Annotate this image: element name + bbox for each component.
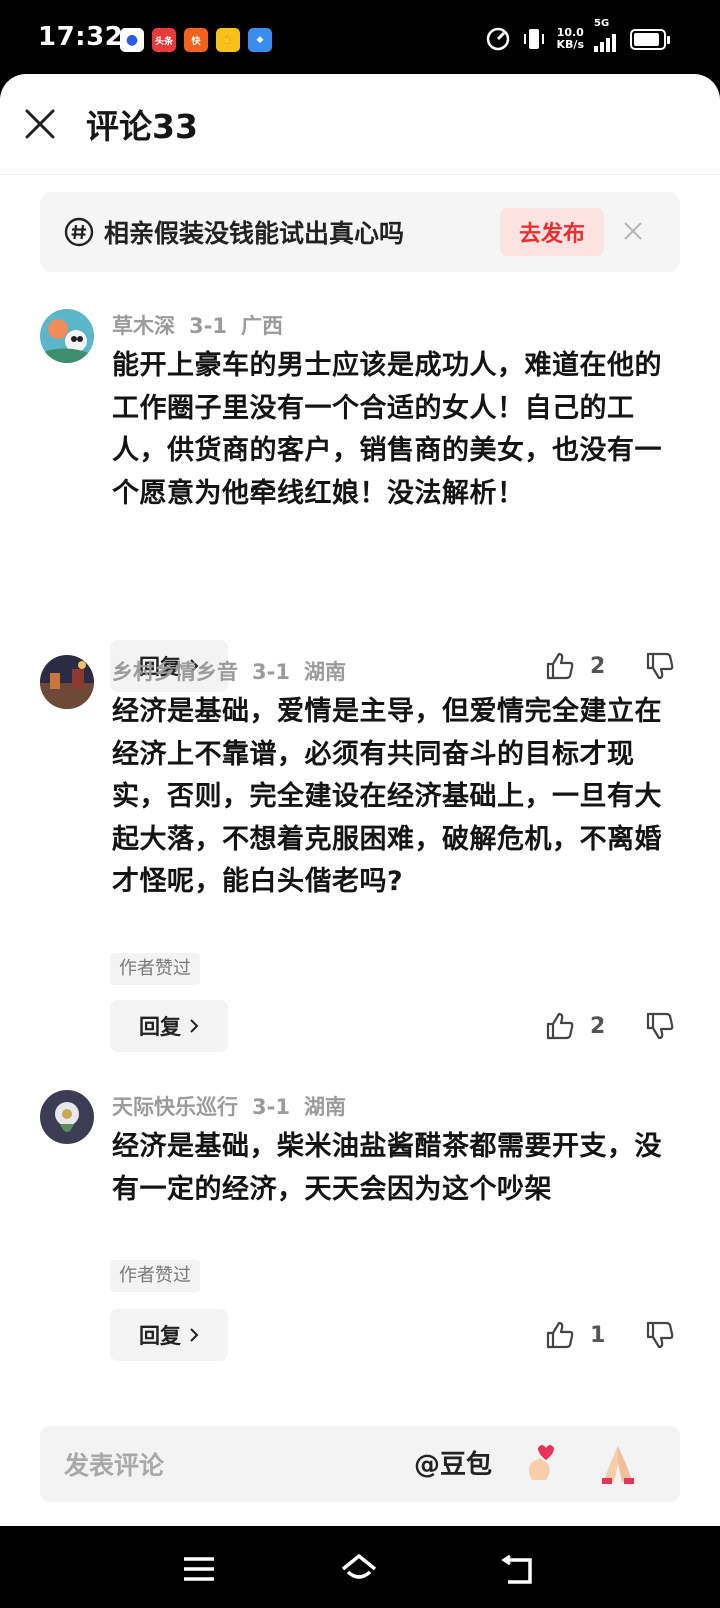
comment-text: 经济是基础，爱情是主导，但爱情完全建立在经济上不靠谱，必须有共同奋斗的目标才现实… <box>112 696 662 897</box>
like-button[interactable]: 1 <box>544 1319 605 1351</box>
username[interactable]: 草木深 <box>112 314 175 338</box>
username[interactable]: 乡村乡情乡音 <box>112 660 238 684</box>
comment-input-bar[interactable]: 发表评论 @豆包 <box>40 1426 680 1502</box>
topic-title: 相亲假装没钱能试出真心吗 <box>104 219 405 248</box>
thumbs-down-icon[interactable] <box>644 1319 676 1351</box>
comment-location: 湖南 <box>303 660 346 684</box>
toutiao-app-icon: 头条 <box>152 28 176 52</box>
hashtag-icon <box>64 217 94 247</box>
author-liked-tag: 作者赞过 <box>110 953 200 985</box>
comment-date: 3-1 <box>252 1095 290 1119</box>
system-nav-bar <box>0 1526 720 1608</box>
avatar[interactable] <box>40 309 94 363</box>
comment-text: 能开上豪车的男士应该是成功人，难道在他的工作圈子里没有一个合适的女人！自己的工人… <box>112 350 662 509</box>
system-icons: 10.0 KB/s 5G <box>485 18 616 52</box>
signal-icon: 5G <box>594 18 616 52</box>
like-count: 2 <box>590 653 606 679</box>
topic-close-icon[interactable] <box>622 220 644 242</box>
thumbs-up-icon <box>546 652 574 680</box>
thumbs-up-icon <box>546 1012 574 1040</box>
status-bar: 17:32 ● 头条 快 ✋ ◆ 10.0 KB/s 5G <box>0 0 720 80</box>
comment-meta: 天际快乐巡行 3-1 湖南 <box>112 1091 360 1121</box>
like-button[interactable]: 2 <box>544 1010 605 1042</box>
finger-heart-emoji-icon[interactable] <box>518 1440 566 1488</box>
thumbs-down-icon[interactable] <box>644 650 676 682</box>
status-time: 17:32 <box>38 22 124 52</box>
kuaishou-app-icon: 快 <box>184 28 208 52</box>
reply-button[interactable]: 回复 <box>110 1000 228 1052</box>
publish-button[interactable]: 去发布 <box>500 208 604 256</box>
hand-app-icon: ✋ <box>216 28 240 52</box>
menu-icon[interactable] <box>180 1550 218 1588</box>
comment-location: 广西 <box>240 314 283 338</box>
blue-app-icon: ◆ <box>248 28 272 52</box>
baidu-app-icon: ● <box>120 28 144 52</box>
back-icon[interactable] <box>500 1550 538 1588</box>
chevron-right-icon <box>190 1019 199 1033</box>
close-icon[interactable] <box>22 106 58 142</box>
sheet-header: 评论33 <box>0 74 720 175</box>
comment-date: 3-1 <box>252 660 290 684</box>
avatar[interactable] <box>40 1090 94 1144</box>
home-icon[interactable] <box>340 1550 378 1588</box>
comment-input-placeholder[interactable]: 发表评论 <box>64 1446 164 1482</box>
avatar[interactable] <box>40 655 94 709</box>
like-button[interactable]: 2 <box>544 650 605 682</box>
battery-icon <box>630 29 670 50</box>
topic-card[interactable]: 相亲假装没钱能试出真心吗 去发布 <box>40 192 680 272</box>
reply-button[interactable]: 回复 <box>110 1309 228 1361</box>
page-title: 评论33 <box>86 107 198 146</box>
comments-sheet: 评论33 相亲假装没钱能试出真心吗 去发布 草木深 3-1 广西 能开上豪车的男士应… <box>0 74 720 1526</box>
speedometer-icon <box>486 27 509 51</box>
comment-text: 经济是基础，柴米油盐酱醋茶都需要开支，没有一定的经济，天天会因为这个吵架 <box>112 1131 662 1205</box>
comment-meta: 草木深 3-1 广西 <box>112 310 297 340</box>
comment-location: 湖南 <box>303 1095 346 1119</box>
username[interactable]: 天际快乐巡行 <box>112 1095 238 1119</box>
comment-date: 3-1 <box>189 314 227 338</box>
author-liked-tag: 作者赞过 <box>110 1260 200 1292</box>
chevron-right-icon <box>190 1328 199 1342</box>
network-speed: 10.0 KB/s <box>556 26 584 51</box>
thumbs-down-icon[interactable] <box>644 1010 676 1042</box>
vibrate-icon <box>523 29 544 49</box>
folded-hands-emoji-icon[interactable] <box>594 1440 642 1488</box>
thumbs-up-icon <box>546 1321 574 1349</box>
mention-doubao-button[interactable]: @豆包 <box>414 1444 492 1481</box>
like-count: 1 <box>590 1322 606 1348</box>
like-count: 2 <box>590 1013 606 1039</box>
comment-meta: 乡村乡情乡音 3-1 湖南 <box>112 656 360 686</box>
notification-icons: ● 头条 快 ✋ ◆ <box>120 28 272 52</box>
